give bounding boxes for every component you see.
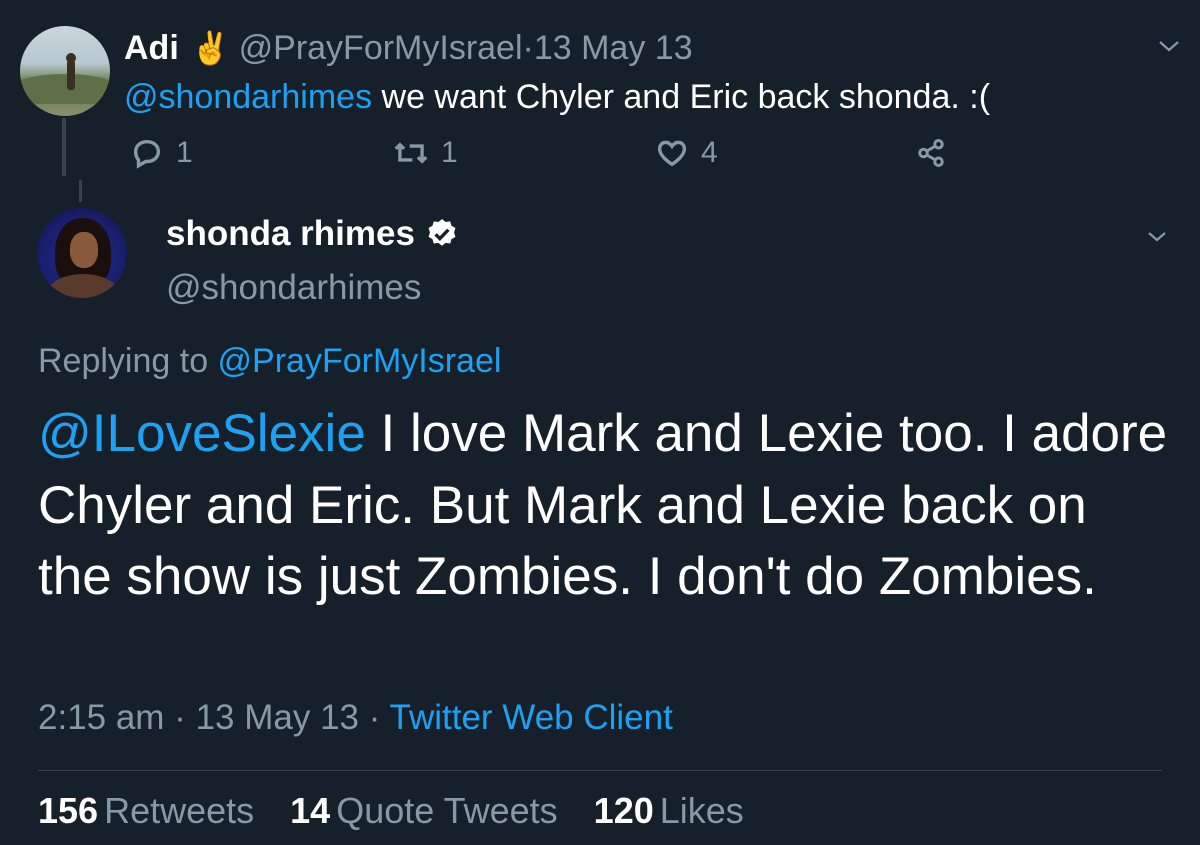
stats-divider: [38, 770, 1162, 771]
share-button[interactable]: [916, 138, 946, 168]
retweet-button[interactable]: 1: [393, 136, 458, 170]
quotes-count: 14: [290, 790, 331, 831]
quotes-label: Quote Tweets: [336, 790, 558, 831]
tweet-time[interactable]: 2:15 am: [38, 698, 164, 737]
likes-count: 120: [593, 790, 654, 831]
verified-badge-icon: [428, 219, 456, 246]
retweet-count: 1: [441, 136, 458, 169]
likes-label: Likes: [659, 790, 744, 831]
quote-tweets-stat[interactable]: 14 Quote Tweets: [290, 790, 558, 832]
parent-tweet-header: Adi ✌️ @PrayForMyIsrael · 13 May 13: [124, 26, 693, 70]
main-handle[interactable]: @shondarhimes: [166, 268, 421, 308]
like-count: 4: [701, 136, 718, 169]
meta-separator: ·: [359, 698, 390, 737]
retweets-count: 156: [38, 790, 99, 831]
avatar-shoulders: [47, 274, 119, 298]
replying-to-label: Replying to: [38, 342, 218, 380]
share-icon: [918, 139, 944, 167]
parent-avatar[interactable]: [20, 26, 110, 116]
parent-handle[interactable]: @PrayForMyIsrael: [239, 29, 523, 68]
heart-icon: [657, 140, 687, 167]
engagement-stats: 156 Retweets 14 Quote Tweets 120 Likes: [38, 790, 780, 832]
likes-stat[interactable]: 120 Likes: [594, 790, 744, 832]
meta-separator: ·: [164, 698, 196, 737]
reply-button[interactable]: 1: [130, 136, 193, 170]
main-avatar[interactable]: [37, 208, 127, 298]
chevron-down-icon[interactable]: [1157, 38, 1181, 54]
parent-tweet-body: we want Chyler and Eric back shonda. :(: [372, 78, 991, 116]
replying-to-line: Replying to @PrayForMyIsrael: [38, 342, 501, 381]
parent-header-separator: ·: [522, 28, 534, 67]
reply-count: 1: [176, 136, 193, 169]
parent-date[interactable]: 13 May 13: [534, 29, 693, 68]
tweet-meta: 2:15 am · 13 May 13 · Twitter Web Client: [38, 698, 673, 738]
chevron-down-icon[interactable]: [1145, 228, 1169, 244]
replying-to-handle[interactable]: @PrayForMyIsrael: [218, 342, 502, 380]
main-mention-link[interactable]: @ILoveSlexie: [38, 404, 366, 463]
main-display-name[interactable]: shonda rhimes: [166, 214, 415, 254]
parent-display-name[interactable]: Adi: [124, 29, 179, 68]
retweet-icon: [394, 142, 428, 164]
main-tweet-text: @ILoveSlexie I love Mark and Lexie too. …: [38, 398, 1168, 613]
reply-icon: [133, 139, 161, 169]
like-button[interactable]: 4: [655, 136, 718, 170]
retweets-label: Retweets: [104, 790, 255, 831]
avatar-person: [67, 60, 75, 90]
parent-mention-link[interactable]: @shondarhimes: [124, 78, 372, 116]
avatar-face: [70, 232, 98, 268]
tweet-date[interactable]: 13 May 13: [196, 698, 359, 737]
main-name-row: shonda rhimes: [166, 214, 459, 254]
thread-connector-line: [62, 118, 66, 176]
avatar-landscape: [20, 74, 110, 104]
tweet-client-link[interactable]: Twitter Web Client: [390, 698, 673, 737]
victory-hand-emoji: ✌️: [190, 30, 231, 66]
parent-tweet-text: @shondarhimes we want Chyler and Eric ba…: [124, 78, 990, 117]
retweets-stat[interactable]: 156 Retweets: [38, 790, 254, 832]
thread-connector-line-lower: [79, 180, 82, 202]
